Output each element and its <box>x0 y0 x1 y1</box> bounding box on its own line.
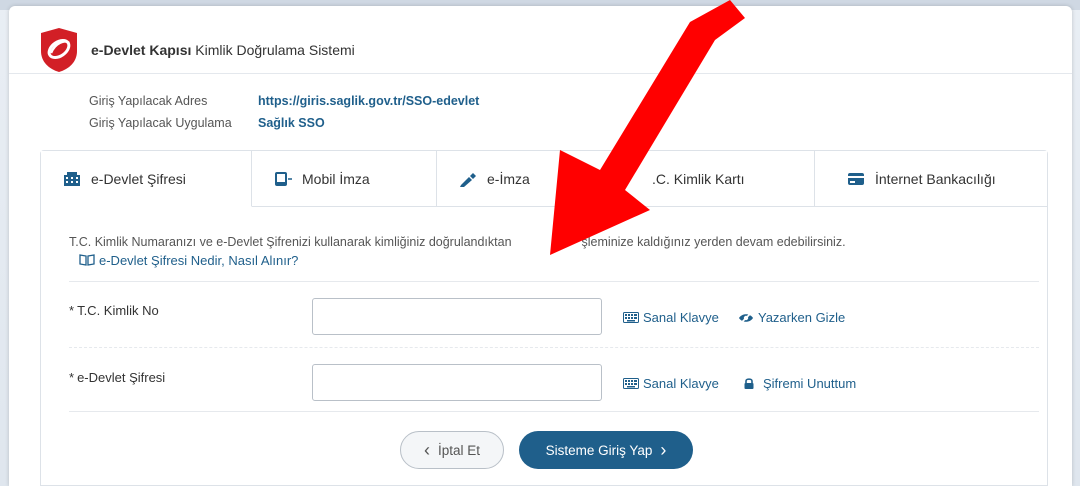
tab-label: Mobil İmza <box>302 170 370 187</box>
building-icon <box>64 171 80 186</box>
e-devlet-logo-icon <box>41 28 77 72</box>
instructions-text-left: T.C. Kimlik Numaranızı ve e-Devlet Şifre… <box>69 235 512 249</box>
lock-icon <box>744 378 754 389</box>
cancel-button-label: İptal Et <box>437 442 481 458</box>
eye-slash-icon <box>739 311 753 324</box>
chevron-right-icon: › <box>660 440 667 460</box>
required-mark: * <box>69 370 75 385</box>
hide-while-typing-label: Yazarken Gizle <box>758 310 846 325</box>
forgot-password-link[interactable]: Şifremi Unuttum <box>743 376 856 391</box>
virtual-keyboard-label: Sanal Klavye <box>643 310 719 325</box>
hide-while-typing-toggle[interactable]: Yazarken Gizle <box>738 310 845 325</box>
tab-label: İnternet Bankacılığı <box>875 170 996 187</box>
chevron-left-icon: ‹ <box>423 440 430 460</box>
tab-id-card[interactable]: .C. Kimlik Kartı <box>622 151 815 207</box>
login-method-tabs: e-Devlet Şifresi Mobil İmza e-İmza .C. K… <box>41 151 1047 207</box>
help-link-label: e-Devlet Şifresi Nedir, Nasıl Alınır? <box>99 253 299 268</box>
instructions-text-right: şleminize kaldığınız yerden devam edebil… <box>581 235 846 249</box>
keyboard-icon <box>623 378 639 389</box>
virtual-keyboard-link[interactable]: Sanal Klavye <box>623 376 719 391</box>
tab-mobile-signature[interactable]: Mobil İmza <box>252 151 437 207</box>
login-button-label: Sisteme Giriş Yap <box>545 442 653 458</box>
address-label: Giriş Yapılacak Adres <box>89 94 208 108</box>
required-mark: * <box>69 303 75 318</box>
header: e-Devlet Kapısı Kimlik Doğrulama Sistemi <box>9 6 1072 74</box>
help-link[interactable]: e-Devlet Şifresi Nedir, Nasıl Alınır? <box>79 253 298 268</box>
tab-label: e-İmza <box>487 170 530 187</box>
password-input[interactable] <box>312 364 602 401</box>
address-row: Giriş Yapılacak Adres https://giris.sagl… <box>89 94 479 108</box>
tab-internet-banking[interactable]: İnternet Bankacılığı <box>815 151 1047 207</box>
book-icon <box>79 254 95 266</box>
tab-label: e-Devlet Şifresi <box>91 170 186 187</box>
application-value: Sağlık SSO <box>258 116 325 130</box>
tc-number-input[interactable] <box>312 298 602 335</box>
auth-card: e-Devlet Kapısı Kimlik Doğrulama Sistemi… <box>9 6 1072 486</box>
forgot-password-label: Şifremi Unuttum <box>763 376 857 391</box>
header-title: e-Devlet Kapısı Kimlik Doğrulama Sistemi <box>91 42 355 58</box>
tc-number-label: * T.C. Kimlik No <box>69 303 159 318</box>
mobile-signature-icon <box>275 171 292 186</box>
virtual-keyboard-label: Sanal Klavye <box>643 376 719 391</box>
instructions-text: T.C. Kimlik Numaranızı ve e-Devlet Şifre… <box>69 235 846 249</box>
tc-number-label-text: T.C. Kimlik No <box>77 303 159 318</box>
password-label-text: e-Devlet Şifresi <box>77 370 166 385</box>
divider <box>69 347 1039 348</box>
header-title-rest: Kimlik Doğrulama Sistemi <box>191 42 355 58</box>
tab-label: .C. Kimlik Kartı <box>652 170 745 187</box>
tab-e-devlet-password[interactable]: e-Devlet Şifresi <box>41 151 252 207</box>
application-label: Giriş Yapılacak Uygulama <box>89 116 232 130</box>
header-title-bold: e-Devlet Kapısı <box>91 42 192 58</box>
divider <box>69 281 1039 282</box>
address-value: https://giris.saglik.gov.tr/SSO-edevlet <box>258 94 480 108</box>
application-row: Giriş Yapılacak Uygulama Sağlık SSO <box>89 116 325 130</box>
login-button[interactable]: Sisteme Giriş Yap › <box>519 431 693 469</box>
divider <box>69 411 1039 412</box>
keyboard-icon <box>623 312 639 323</box>
password-label: * e-Devlet Şifresi <box>69 370 165 385</box>
bank-card-icon <box>848 172 864 185</box>
tab-e-signature[interactable]: e-İmza <box>437 151 622 207</box>
login-method-panel: e-Devlet Şifresi Mobil İmza e-İmza .C. K… <box>40 150 1048 486</box>
virtual-keyboard-link[interactable]: Sanal Klavye <box>623 310 719 325</box>
e-signature-icon <box>460 172 476 187</box>
cancel-button[interactable]: ‹ İptal Et <box>400 431 504 469</box>
